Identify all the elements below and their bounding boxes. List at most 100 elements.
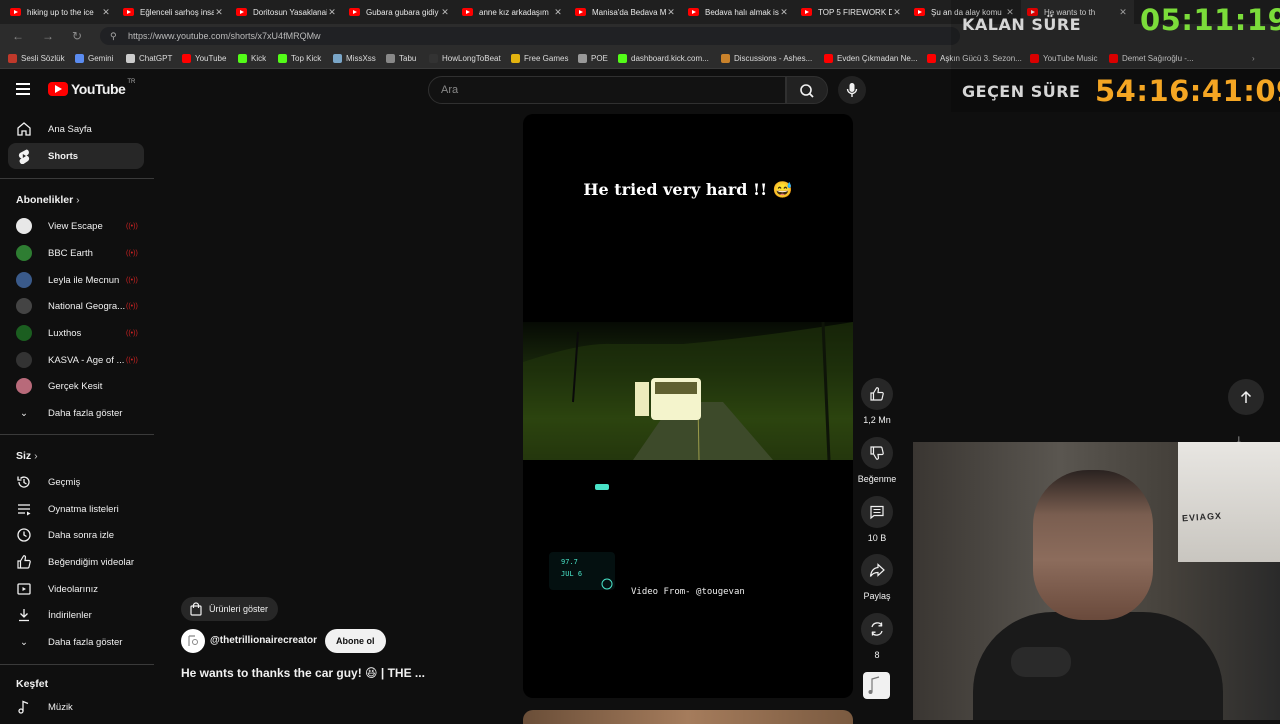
browser-tab[interactable]: Gubara gubara gidiy ✕ xyxy=(343,0,456,24)
subscription-item[interactable]: BBC Earth ((•)) xyxy=(8,240,144,266)
bookmark[interactable]: dashboard.kick.com... xyxy=(618,52,709,65)
remix-button[interactable] xyxy=(861,613,893,645)
comments-button[interactable] xyxy=(861,496,893,528)
browser-tab[interactable]: Manisa'da Bedava M ✕ xyxy=(569,0,682,24)
browser-tab[interactable]: TOP 5 FIREWORK D ✕ xyxy=(795,0,908,24)
voice-search-button[interactable] xyxy=(838,76,866,104)
channel-avatar xyxy=(16,272,32,288)
show-more-you[interactable]: ⌄ Daha fazla göster xyxy=(8,629,144,655)
sidebar-item-watch-later[interactable]: Daha sonra izle xyxy=(8,522,144,548)
bookmark[interactable]: Evden Çıkmadan Ne... xyxy=(824,52,917,65)
search-input[interactable] xyxy=(429,77,785,103)
like-button[interactable] xyxy=(861,378,893,410)
dislike-button[interactable] xyxy=(861,437,893,469)
subscription-item[interactable]: Gerçek Kesit xyxy=(8,373,144,399)
live-icon: ((•)) xyxy=(126,222,138,230)
previous-short-button[interactable] xyxy=(1228,379,1264,415)
remix-count: 8 xyxy=(874,650,880,660)
channel-avatar[interactable] xyxy=(181,629,205,653)
share-action: Paylaş xyxy=(859,554,895,601)
share-button[interactable] xyxy=(861,554,893,586)
youtube-favicon-icon xyxy=(349,8,360,16)
close-tab-icon[interactable]: ✕ xyxy=(892,7,902,18)
home-icon xyxy=(16,121,32,137)
watch-later-icon xyxy=(16,527,32,543)
search-box xyxy=(428,76,786,104)
subscription-item[interactable]: National Geogra... ((•)) xyxy=(8,293,144,319)
dislike-label: Beğenme xyxy=(857,474,897,484)
divider xyxy=(0,664,154,665)
address-bar[interactable]: ⚲ https://www.youtube.com/shorts/x7xU4fM… xyxy=(100,27,960,45)
shorts-video-player[interactable]: He tried very hard !! 😅 97.7 JUL 6 Video… xyxy=(523,114,853,698)
bookmark[interactable]: Gemini xyxy=(75,52,113,65)
close-tab-icon[interactable]: ✕ xyxy=(553,7,563,18)
bookmark[interactable]: Discussions - Ashes... xyxy=(721,52,812,65)
sidebar-item-liked-videos[interactable]: Beğendiğim videolar xyxy=(8,549,144,575)
history-icon xyxy=(16,474,32,490)
subscription-item[interactable]: KASVA - Age of ... ((•)) xyxy=(8,347,144,373)
video-caption: He tried very hard !! 😅 xyxy=(583,180,793,199)
bookmark[interactable]: POE xyxy=(578,52,608,65)
live-icon: ((•)) xyxy=(126,302,138,310)
bookmark[interactable]: MissXss xyxy=(333,52,376,65)
liked-icon xyxy=(16,554,32,570)
show-products-button[interactable]: Ürünleri göster xyxy=(181,597,279,621)
thumbs-up-icon xyxy=(870,387,884,401)
remaining-time-value: 05:11:19 xyxy=(1140,3,1280,37)
close-tab-icon[interactable]: ✕ xyxy=(101,7,111,18)
close-tab-icon[interactable]: ✕ xyxy=(666,7,676,18)
subscribe-button[interactable]: Abone ol xyxy=(325,629,386,653)
bookmark-icon xyxy=(618,54,627,63)
subscription-item[interactable]: Luxthos ((•)) xyxy=(8,320,144,346)
sidebar-item-home[interactable]: Ana Sayfa xyxy=(8,116,144,142)
browser-tab[interactable]: anne kız arkadaşım ✕ xyxy=(456,0,569,24)
share-icon xyxy=(869,563,885,577)
back-icon[interactable]: ← xyxy=(10,28,26,44)
bookmark[interactable]: ChatGPT xyxy=(126,52,172,65)
bookmark[interactable]: Tabu xyxy=(386,52,416,65)
live-icon: ((•)) xyxy=(126,329,138,337)
subscriptions-heading[interactable]: Abonelikler › xyxy=(16,194,80,206)
bookmark[interactable]: Kick xyxy=(238,52,266,65)
close-tab-icon[interactable]: ✕ xyxy=(214,7,224,18)
subscription-item[interactable]: View Escape ((•)) xyxy=(8,213,144,239)
browser-tab[interactable]: Eğlenceli sarhoş insa ✕ xyxy=(117,0,230,24)
browser-tab[interactable]: Doritosun Yasaklanai ✕ xyxy=(230,0,343,24)
youtube-favicon-icon xyxy=(462,8,473,16)
sidebar-item-your-videos[interactable]: Videolarınız xyxy=(8,576,144,602)
sound-thumbnail[interactable] xyxy=(863,672,890,699)
bookmark-icon xyxy=(511,54,520,63)
bookmark[interactable]: HowLongToBeat xyxy=(429,52,501,65)
sidebar-item-history[interactable]: Geçmiş xyxy=(8,469,144,495)
close-tab-icon[interactable]: ✕ xyxy=(779,7,789,18)
bookmark-icon xyxy=(8,54,17,63)
youtube-favicon-icon xyxy=(236,8,247,16)
bookmark-icon xyxy=(386,54,395,63)
browser-tab[interactable]: Bedava halı almak is ✕ xyxy=(682,0,795,24)
reload-icon[interactable]: ↻ xyxy=(69,28,85,44)
sidebar-item-shorts[interactable]: Shorts xyxy=(8,143,144,169)
sidebar-item-music[interactable]: Müzik xyxy=(8,694,144,720)
close-tab-icon[interactable]: ✕ xyxy=(327,7,337,18)
bookmark[interactable]: Free Games xyxy=(511,52,568,65)
forward-icon[interactable]: → xyxy=(40,28,56,44)
show-more-subscriptions[interactable]: ⌄ Daha fazla göster xyxy=(8,400,144,426)
menu-icon[interactable] xyxy=(16,83,30,95)
channel-name[interactable]: @thetrillionairecreator xyxy=(210,635,317,646)
gaming-chair xyxy=(1178,442,1280,562)
bookmark[interactable]: Top Kick xyxy=(278,52,321,65)
close-tab-icon[interactable]: ✕ xyxy=(440,7,450,18)
site-info-icon[interactable]: ⚲ xyxy=(110,27,117,45)
browser-tab[interactable]: hiking up to the ice ✕ xyxy=(4,0,117,24)
sidebar-item-playlists[interactable]: Oynatma listeleri xyxy=(8,496,144,522)
bookmark-icon xyxy=(429,54,438,63)
next-short-preview[interactable] xyxy=(523,710,853,724)
comment-icon xyxy=(870,505,884,520)
bookmark[interactable]: Sesli Sözlük xyxy=(8,52,65,65)
youtube-logo[interactable]: YouTube TR xyxy=(48,79,135,97)
bookmark[interactable]: YouTube xyxy=(182,52,226,65)
you-heading[interactable]: Siz › xyxy=(16,450,38,462)
search-button[interactable] xyxy=(786,76,828,104)
subscription-item[interactable]: Leyla ile Mecnun ((•)) xyxy=(8,267,144,293)
sidebar-item-downloads[interactable]: İndirilenler xyxy=(8,602,144,628)
